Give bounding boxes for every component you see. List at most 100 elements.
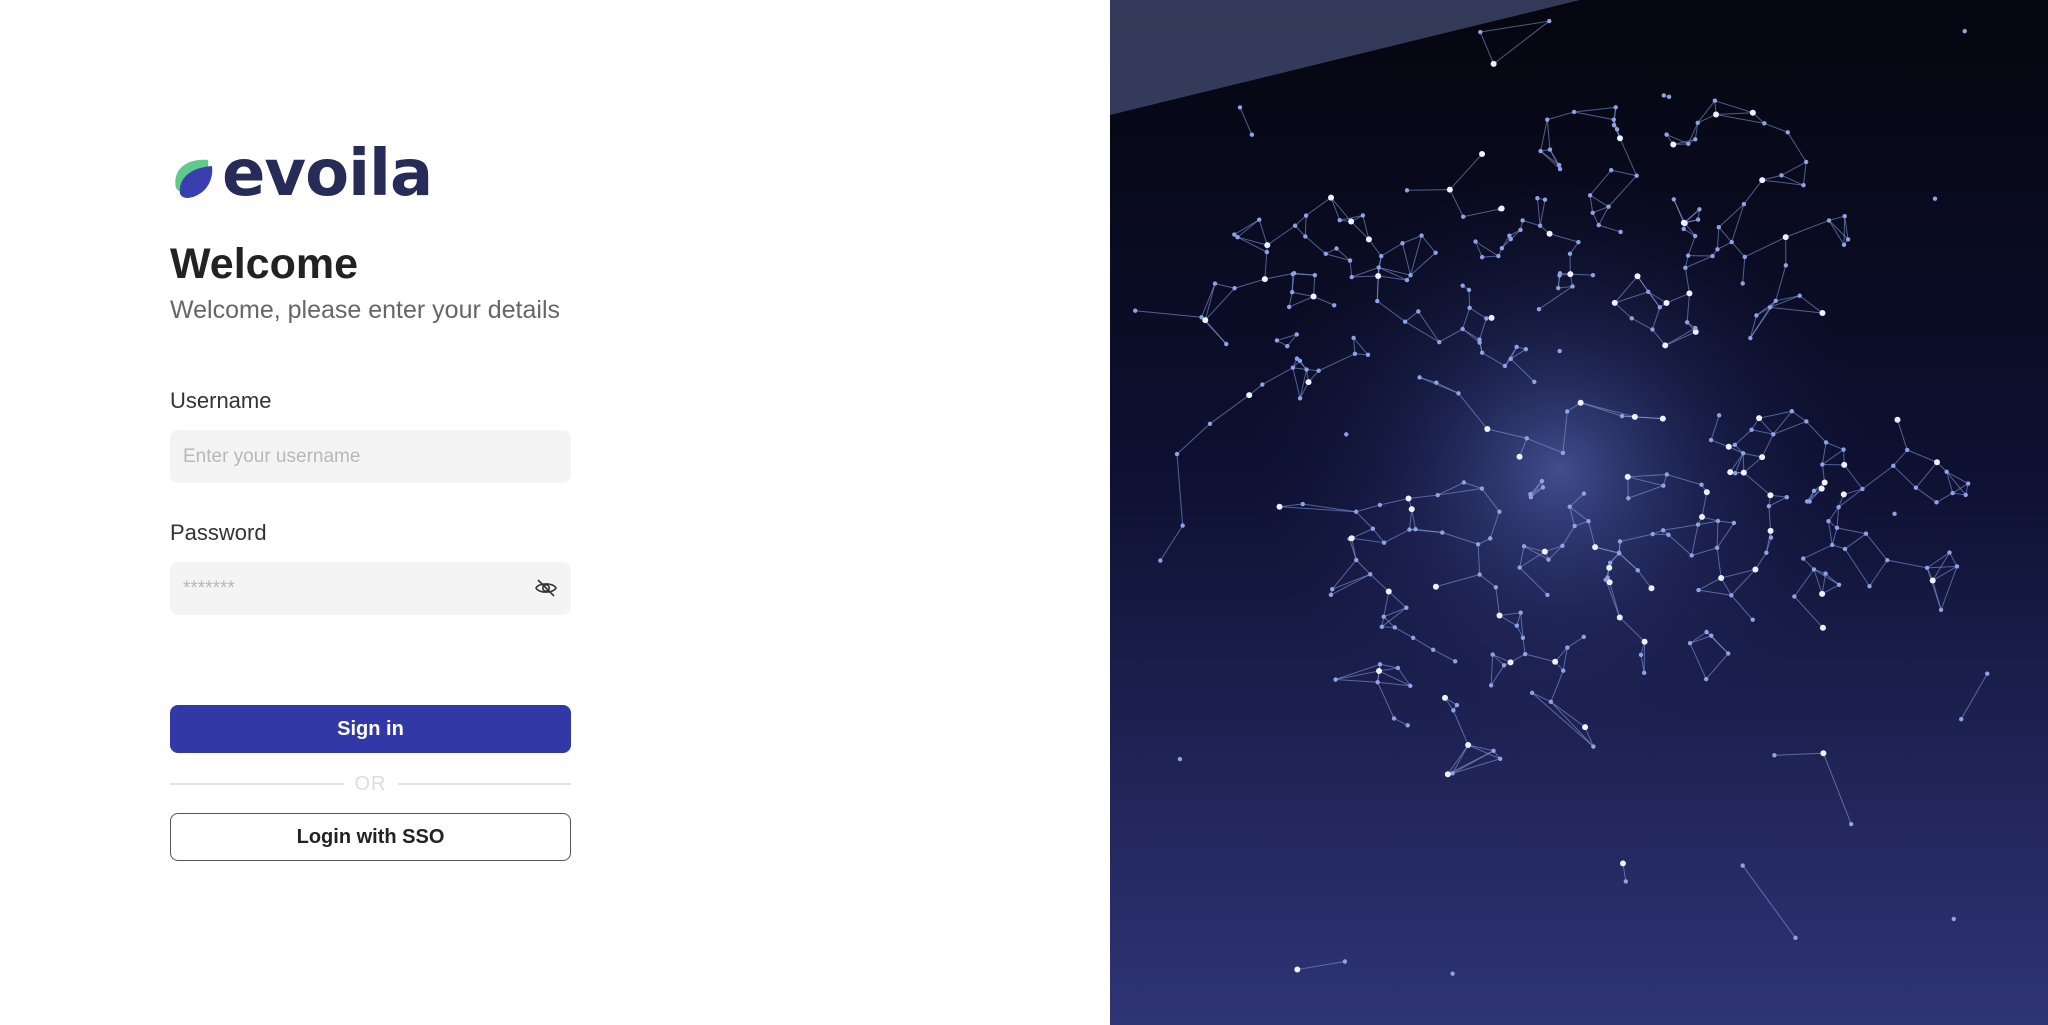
- mesh-node: [1725, 443, 1732, 450]
- mesh-node: [1264, 249, 1270, 255]
- mesh-node: [1841, 447, 1846, 452]
- mesh-node: [1405, 495, 1412, 502]
- mesh-node: [1452, 659, 1458, 664]
- mesh-node: [1664, 472, 1670, 477]
- mesh-node: [1697, 207, 1702, 212]
- mesh-node: [1811, 567, 1817, 572]
- sso-login-button[interactable]: Login with SSO: [170, 813, 571, 861]
- mesh-node: [1591, 744, 1596, 749]
- mesh-node: [1521, 544, 1527, 549]
- password-input[interactable]: [170, 562, 571, 615]
- mesh-node: [1733, 471, 1738, 476]
- mesh-node: [1385, 588, 1392, 595]
- or-divider: OR: [170, 769, 571, 799]
- mesh-node: [1683, 265, 1688, 271]
- mesh-node: [1772, 753, 1777, 758]
- mesh-node: [1261, 276, 1268, 283]
- mesh-node: [1488, 314, 1495, 321]
- mesh-node: [1460, 283, 1465, 288]
- mesh-node: [1764, 550, 1769, 555]
- mesh-node: [1232, 286, 1237, 291]
- mesh-node: [1473, 239, 1478, 244]
- mesh-node: [1354, 557, 1359, 563]
- mesh-node: [1586, 518, 1591, 524]
- mesh-edge: [1407, 189, 1450, 191]
- mesh-node: [1801, 556, 1806, 561]
- mesh-node: [1557, 166, 1563, 172]
- mesh-node: [1581, 491, 1587, 496]
- eye-off-icon[interactable]: [534, 576, 558, 600]
- mesh-node: [1951, 916, 1956, 922]
- mesh-node: [1465, 741, 1472, 748]
- mesh-node: [1773, 298, 1778, 304]
- mesh-node: [1376, 265, 1381, 270]
- mesh-node: [1826, 518, 1831, 524]
- mesh-node: [1611, 123, 1617, 128]
- mesh-node: [1375, 298, 1380, 304]
- mesh-node: [1291, 271, 1297, 276]
- mesh-node: [1556, 285, 1561, 291]
- mesh-node: [1726, 651, 1731, 656]
- mesh-node: [1496, 253, 1501, 259]
- mesh-node: [1501, 663, 1507, 668]
- mesh-node: [1207, 421, 1213, 426]
- mesh-node: [1392, 625, 1398, 630]
- mesh-node: [1767, 492, 1774, 499]
- mesh-node: [1666, 532, 1671, 537]
- mesh-node: [1442, 694, 1449, 701]
- mesh-node: [1561, 668, 1566, 673]
- username-input[interactable]: [170, 430, 571, 483]
- mesh-node: [1729, 593, 1734, 598]
- mesh-node: [1603, 577, 1608, 583]
- mesh-node: [1304, 367, 1309, 372]
- mesh-node: [1804, 419, 1809, 424]
- mesh-node: [1416, 309, 1421, 314]
- mesh-node: [1801, 182, 1806, 188]
- mesh-node: [1693, 137, 1698, 142]
- mesh-node: [1517, 565, 1522, 570]
- mesh-node: [1274, 338, 1280, 343]
- mesh-node: [1624, 473, 1631, 480]
- mesh-node: [1590, 272, 1596, 278]
- mesh-node: [1894, 416, 1901, 423]
- mesh-node: [1328, 194, 1335, 201]
- mesh-node: [1381, 540, 1387, 545]
- mesh-node: [1289, 290, 1295, 295]
- mesh-node: [1699, 482, 1704, 487]
- mesh-node: [1491, 748, 1496, 753]
- mesh-node: [1524, 436, 1530, 441]
- mesh-node: [1520, 218, 1525, 223]
- mesh-node: [1742, 254, 1747, 260]
- mesh-node: [1294, 966, 1301, 973]
- mesh-node: [1435, 492, 1440, 498]
- mesh-node: [1567, 504, 1572, 509]
- mesh-node: [1611, 299, 1618, 306]
- mesh-node: [1715, 518, 1721, 524]
- mesh-node: [1985, 671, 1990, 676]
- mesh-node: [1663, 299, 1670, 306]
- mesh-node: [1710, 253, 1715, 259]
- mesh-node: [1592, 544, 1599, 551]
- mesh-node: [1400, 241, 1405, 246]
- mesh-node: [1488, 683, 1494, 688]
- mesh-node: [1650, 327, 1655, 332]
- mesh-node: [1885, 557, 1890, 563]
- mesh-node: [1741, 201, 1747, 207]
- mesh-node: [1641, 638, 1648, 645]
- mesh-node: [1823, 440, 1829, 445]
- mesh-node: [1257, 217, 1262, 222]
- mesh-node: [1285, 343, 1290, 349]
- mesh-node: [1249, 132, 1255, 137]
- mesh-node: [1704, 676, 1709, 682]
- mesh-node: [1629, 316, 1634, 321]
- mesh-node: [1466, 287, 1472, 293]
- mesh-node: [1437, 339, 1442, 345]
- mesh-node: [1686, 141, 1691, 147]
- sign-in-button[interactable]: Sign in: [170, 705, 571, 753]
- mesh-node: [1687, 641, 1693, 646]
- mesh-node: [1797, 293, 1802, 298]
- mesh-node: [1709, 633, 1714, 638]
- mesh-node: [1689, 553, 1694, 558]
- mesh-node: [1344, 432, 1349, 437]
- mesh-node: [1708, 437, 1714, 443]
